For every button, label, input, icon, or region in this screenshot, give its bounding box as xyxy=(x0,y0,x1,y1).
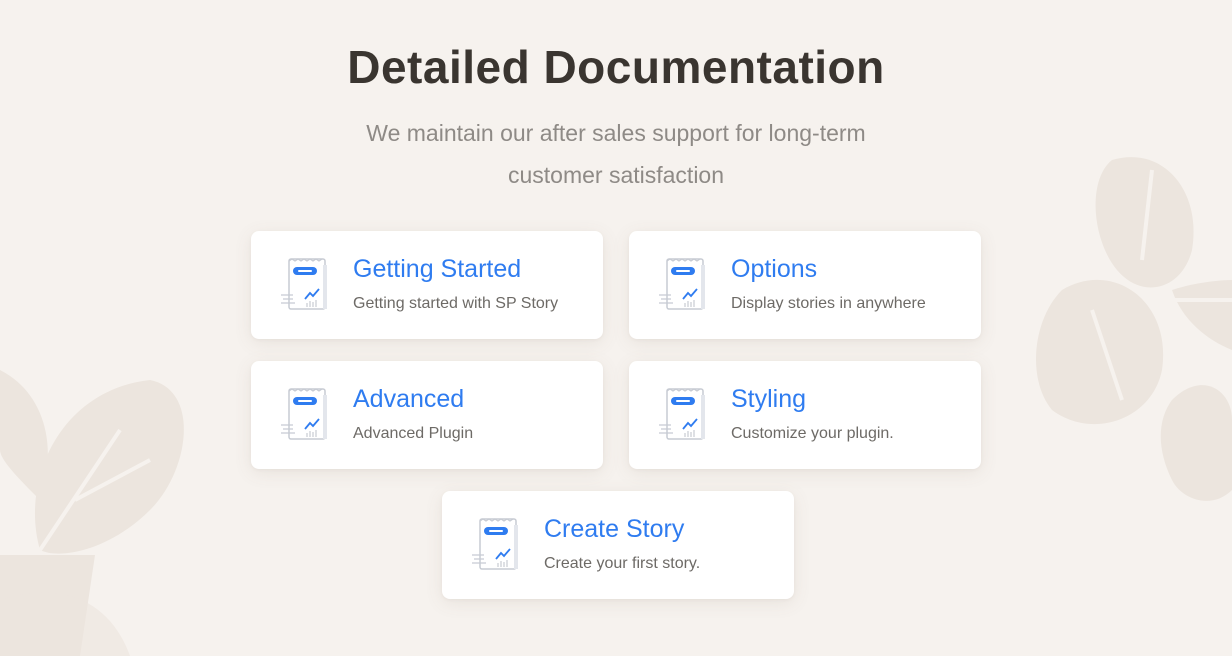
document-chart-icon xyxy=(659,388,705,440)
section-subtitle-line1: We maintain our after sales support for … xyxy=(366,120,866,146)
card-title[interactable]: Getting Started xyxy=(353,255,521,284)
doc-card-getting-started[interactable]: Getting Started Getting started with SP … xyxy=(251,231,603,339)
document-chart-icon xyxy=(472,518,518,570)
card-title[interactable]: Advanced xyxy=(353,385,464,414)
card-title[interactable]: Options xyxy=(731,255,817,284)
doc-card-create-story[interactable]: Create Story Create your first story. xyxy=(442,491,794,599)
card-description: Display stories in anywhere xyxy=(731,295,926,312)
leaf-decoration-right xyxy=(1035,157,1232,501)
section-subtitle-line2: customer satisfaction xyxy=(507,162,725,188)
card-description: Getting started with SP Story xyxy=(353,295,559,312)
card-description: Customize your plugin. xyxy=(731,425,894,442)
document-chart-icon xyxy=(281,258,327,310)
card-title[interactable]: Create Story xyxy=(544,515,684,544)
card-description: Advanced Plugin xyxy=(353,425,474,442)
card-description: Create your first story. xyxy=(544,555,701,572)
card-title[interactable]: Styling xyxy=(731,385,806,414)
section-title: Detailed Documentation xyxy=(347,41,885,93)
doc-card-options[interactable]: Options Display stories in anywhere xyxy=(629,231,981,339)
doc-card-advanced[interactable]: Advanced Advanced Plugin xyxy=(251,361,603,469)
doc-card-styling[interactable]: Styling Customize your plugin. xyxy=(629,361,981,469)
document-chart-icon xyxy=(659,258,705,310)
section-subtitle: We maintain our after sales support for … xyxy=(316,112,916,196)
leaf-decoration-left xyxy=(0,370,184,656)
document-chart-icon xyxy=(281,388,327,440)
